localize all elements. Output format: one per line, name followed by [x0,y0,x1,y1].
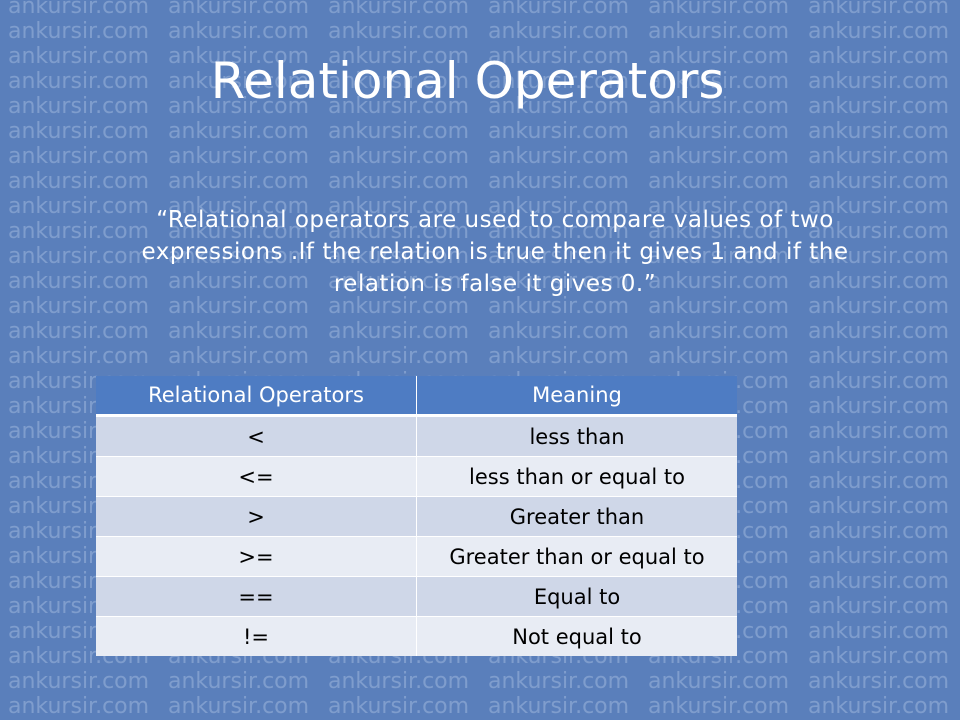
watermark-text: ankursir.com [808,19,950,44]
watermark-text: ankursir.com [808,644,950,669]
watermark-text: ankursir.com [808,319,950,344]
watermark-text: ankursir.com [808,344,950,369]
operator-cell: <= [96,456,417,497]
meaning-cell: Greater than or equal to [416,536,737,577]
meaning-cell: Equal to [416,576,737,617]
table-row: < less than [96,415,737,457]
meaning-cell: less than or equal to [416,456,737,497]
watermark-text: ankursir.com [808,394,950,419]
meaning-cell: less than [416,415,737,457]
watermark-row: ankursir.com ankursir.com ankursir.com anku… [8,669,960,694]
watermark-text: ankursir.com [328,0,470,19]
watermark-text: ankursir.com [8,0,150,19]
watermark-text: ankursir.com [8,144,150,169]
watermark-text: ankursir.com [328,344,470,369]
watermark-row: ankursir.com ankursir.com ankursir.com anku… [8,0,960,19]
table-row: > Greater than [96,496,737,537]
watermark-text: ankursir.com [8,119,150,144]
watermark-text: ankursir.com [488,19,630,44]
watermark-text: ankursir.com [328,694,470,719]
watermark-text: ankursir.com [808,469,950,494]
watermark-text: ankursir.com [648,144,790,169]
watermark-text: ankursir.com [8,694,150,719]
definition-text: “Relational operators are used to compar… [141,207,849,297]
watermark-text: ankursir.com [488,0,630,19]
watermark-text: ankursir.com [168,144,310,169]
watermark-row: ankursir.com ankursir.com ankursir.com anku… [8,344,960,369]
watermark-text: ankursir.com [168,169,310,194]
header-meaning: Meaning [416,376,737,417]
watermark-row: ankursir.com ankursir.com ankursir.com anku… [8,169,960,194]
operator-cell: >= [96,536,417,577]
watermark-text: ankursir.com [488,144,630,169]
watermark-text: ankursir.com [328,319,470,344]
watermark-text: ankursir.com [8,319,150,344]
watermark-text: ankursir.com [808,369,950,394]
watermark-text: ankursir.com [808,619,950,644]
watermark-text: ankursir.com [168,344,310,369]
watermark-text: ankursir.com [168,319,310,344]
watermark-text: ankursir.com [168,669,310,694]
watermark-text: ankursir.com [8,344,150,369]
watermark-text: ankursir.com [808,694,950,719]
watermark-row: ankursir.com ankursir.com ankursir.com anku… [8,144,960,169]
table-row: != Not equal to [96,616,737,656]
watermark-text: ankursir.com [808,444,950,469]
table-row: <= less than or equal to [96,456,737,497]
watermark-text: ankursir.com [168,119,310,144]
watermark-text: ankursir.com [808,169,950,194]
watermark-text: ankursir.com [648,669,790,694]
watermark-row: ankursir.com ankursir.com ankursir.com anku… [8,319,960,344]
watermark-text: ankursir.com [808,419,950,444]
watermark-text: ankursir.com [808,0,950,19]
watermark-text: ankursir.com [8,19,150,44]
watermark-text: ankursir.com [648,0,790,19]
watermark-text: ankursir.com [808,569,950,594]
table-row: == Equal to [96,576,737,617]
table-header-row: Relational Operators Meaning [96,376,737,417]
watermark-text: ankursir.com [8,669,150,694]
watermark-text: ankursir.com [488,669,630,694]
watermark-text: ankursir.com [168,19,310,44]
watermark-text: ankursir.com [808,494,950,519]
watermark-text: ankursir.com [488,119,630,144]
watermark-text: ankursir.com [328,669,470,694]
watermark-text: ankursir.com [808,594,950,619]
watermark-text: ankursir.com [648,319,790,344]
watermark-text: ankursir.com [648,694,790,719]
watermark-text: ankursir.com [808,669,950,694]
table-row: >= Greater than or equal to [96,536,737,577]
watermark-text: ankursir.com [648,169,790,194]
watermark-text: ankursir.com [648,344,790,369]
slide-title: Relational Operators [210,52,725,110]
watermark-text: ankursir.com [488,694,630,719]
watermark-row: ankursir.com ankursir.com ankursir.com anku… [8,19,960,44]
operator-cell: > [96,496,417,537]
watermark-text: ankursir.com [808,544,950,569]
watermark-row: ankursir.com ankursir.com ankursir.com anku… [8,119,960,144]
watermark-text: ankursir.com [328,119,470,144]
watermark-text: ankursir.com [808,519,950,544]
watermark-text: ankursir.com [168,0,310,19]
operators-table: Relational Operators Meaning < less than… [96,376,737,656]
watermark-text: ankursir.com [488,319,630,344]
meaning-cell: Not equal to [416,616,737,656]
watermark-text: ankursir.com [808,144,950,169]
watermark-text: ankursir.com [168,694,310,719]
header-relational-operators: Relational Operators [96,376,417,417]
watermark-text: ankursir.com [328,169,470,194]
meaning-cell: Greater than [416,496,737,537]
watermark-text: ankursir.com [808,119,950,144]
watermark-text: ankursir.com [648,19,790,44]
watermark-text: ankursir.com [488,169,630,194]
watermark-row: ankursir.com ankursir.com ankursir.com anku… [8,694,960,719]
operator-cell: == [96,576,417,617]
watermark-text: ankursir.com [8,169,150,194]
operator-cell: < [96,415,417,457]
watermark-text: ankursir.com [328,19,470,44]
watermark-text: ankursir.com [488,344,630,369]
watermark-text: ankursir.com [648,119,790,144]
watermark-text: ankursir.com [328,144,470,169]
operator-cell: != [96,616,417,656]
